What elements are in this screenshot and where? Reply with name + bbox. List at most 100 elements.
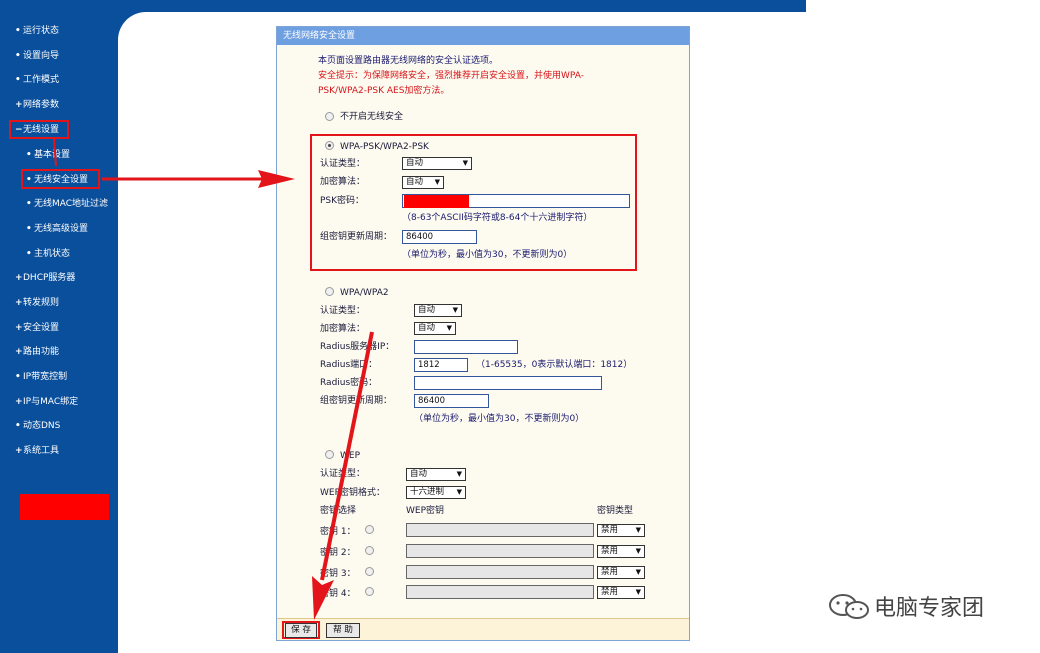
panel-title: 无线网络安全设置 xyxy=(277,27,689,45)
sidebar-item-network[interactable]: +网络参数 xyxy=(15,98,59,112)
radius-ip-input[interactable] xyxy=(414,340,518,354)
radius-port-input[interactable]: 1812 xyxy=(414,358,468,372)
sidebar-item-security[interactable]: +安全设置 xyxy=(15,321,59,335)
arrow-to-wpa-psk xyxy=(102,170,295,188)
radio-wep[interactable] xyxy=(325,450,334,459)
sidebar-corner xyxy=(118,12,148,42)
wep-key-1-label: 密钥 1： xyxy=(320,527,356,537)
chevron-down-icon: ▼ xyxy=(456,470,462,478)
help-button[interactable]: 帮 助 xyxy=(326,623,360,638)
wpa-auth-label: 认证类型： xyxy=(320,306,366,316)
wep-format-select[interactable]: 十六进制 ▼ xyxy=(406,486,466,499)
psk-hint: （8-63个ASCII码字符或8-64个十六进制字符） xyxy=(402,213,593,223)
wep-key-3-type[interactable]: 禁用 ▼ xyxy=(597,566,645,579)
sidebar-item-wireless-advanced[interactable]: • 无线高级设置 xyxy=(26,222,88,236)
sidebar-item-forwarding[interactable]: +转发规则 xyxy=(15,296,59,310)
chevron-down-icon: ▼ xyxy=(462,159,468,167)
chevron-down-icon: ▼ xyxy=(446,324,452,332)
wep-key-4-label: 密钥 4： xyxy=(320,589,356,599)
wep-key-3-input[interactable] xyxy=(406,565,594,579)
chevron-down-icon: ▼ xyxy=(635,588,641,596)
wep-key-3-label: 密钥 3： xyxy=(320,569,356,579)
wpa-enc-label: 加密算法： xyxy=(320,324,366,334)
sidebar-item-label: 安全设置 xyxy=(23,323,60,333)
wep-key-3-radio[interactable] xyxy=(365,567,374,576)
sidebar-item-label: 主机状态 xyxy=(34,249,71,259)
wep-title: WEP xyxy=(340,451,361,461)
sidebar-item-basic[interactable]: • 基本设置 xyxy=(26,148,70,162)
sidebar-item-label: 转发规则 xyxy=(23,298,60,308)
wep-key-2-input[interactable] xyxy=(406,544,594,558)
sidebar-item-label: 运行状态 xyxy=(23,26,60,36)
intro-text: 本页面设置路由器无线网络的安全认证选项。 xyxy=(318,56,499,66)
redacted-block xyxy=(20,494,109,520)
wep-key-4-input[interactable] xyxy=(406,585,594,599)
wep-auth-label: 认证类型： xyxy=(320,469,366,479)
wep-key-1-type[interactable]: 禁用 ▼ xyxy=(597,524,645,537)
warning-line-2: PSK/WPA2-PSK AES加密方法。 xyxy=(318,86,450,96)
sidebar-item-label: 基本设置 xyxy=(34,150,71,160)
sidebar-item-run-status[interactable]: • 运行状态 xyxy=(15,24,59,38)
sidebar-item-work-mode[interactable]: • 工作模式 xyxy=(15,73,59,87)
wep-key-1-input[interactable] xyxy=(406,523,594,537)
no-security-label: 不开启无线安全 xyxy=(340,112,404,122)
wpa-title: WPA/WPA2 xyxy=(340,288,389,298)
wep-col-key: WEP密钥 xyxy=(406,506,445,516)
wpa-enc-select[interactable]: 自动 ▼ xyxy=(414,322,456,335)
wep-key-4-radio[interactable] xyxy=(365,587,374,596)
wep-format-label: WEP密钥格式： xyxy=(320,488,386,498)
save-button[interactable]: 保 存 xyxy=(285,623,317,638)
radius-password-label: Radius密码： xyxy=(320,378,378,388)
warning-line-1: 安全提示：为保障网络安全，强烈推荐开启安全设置，并使用WPA- xyxy=(318,71,584,81)
sidebar-item-host-status[interactable]: • 主机状态 xyxy=(26,247,70,261)
sidebar-item-label: DHCP服务器 xyxy=(23,273,76,283)
sidebar-item-label: 设置向导 xyxy=(23,51,60,61)
sidebar-item-routing[interactable]: +路由功能 xyxy=(15,345,59,359)
sidebar-item-label: 路由功能 xyxy=(23,347,60,357)
wpa-psk-renew-input[interactable]: 86400 xyxy=(402,230,477,244)
chevron-down-icon: ▼ xyxy=(635,547,641,555)
wpa-psk-auth-select[interactable]: 自动 ▼ xyxy=(402,157,472,170)
wpa-psk-title: WPA-PSK/WPA2-PSK xyxy=(340,142,429,152)
chevron-down-icon: ▼ xyxy=(635,568,641,576)
wpa-psk-auth-label: 认证类型： xyxy=(320,159,366,169)
chevron-down-icon: ▼ xyxy=(635,526,641,534)
sidebar-item-system-tools[interactable]: +系统工具 xyxy=(15,444,59,458)
sidebar-item-mac-filter[interactable]: • 无线MAC地址过滤 xyxy=(26,197,108,211)
psk-password-label: PSK密码： xyxy=(320,196,365,206)
wpa-renew-input[interactable]: 86400 xyxy=(414,394,489,408)
sidebar-item-label: 无线MAC地址过滤 xyxy=(34,199,109,209)
radio-wpa-psk[interactable] xyxy=(325,141,334,150)
radius-ip-label: Radius服务器IP： xyxy=(320,342,395,352)
sidebar-item-ip-mac-binding[interactable]: +IP与MAC绑定 xyxy=(15,395,78,409)
wep-key-2-label: 密钥 2： xyxy=(320,548,356,558)
wep-key-4-type[interactable]: 禁用 ▼ xyxy=(597,586,645,599)
radio-wpa[interactable] xyxy=(325,287,334,296)
wep-key-1-radio[interactable] xyxy=(365,525,374,534)
wep-key-2-type[interactable]: 禁用 ▼ xyxy=(597,545,645,558)
wpa-psk-enc-label: 加密算法： xyxy=(320,177,366,187)
chevron-down-icon: ▼ xyxy=(434,178,440,186)
wep-col-key-type: 密钥类型 xyxy=(597,506,634,516)
radius-password-input[interactable] xyxy=(414,376,602,390)
radio-no-security[interactable] xyxy=(325,112,334,121)
highlight-security-menu xyxy=(21,169,100,189)
wpa-auth-select[interactable]: 自动 ▼ xyxy=(414,304,462,317)
wep-col-key-select: 密钥选择 xyxy=(320,506,357,516)
sidebar-item-ddns[interactable]: • 动态DNS xyxy=(15,419,60,433)
radius-port-label: Radius端口： xyxy=(320,360,378,370)
sidebar-item-setup-wizard[interactable]: • 设置向导 xyxy=(15,49,59,63)
sidebar-item-label: 工作模式 xyxy=(23,75,60,85)
top-banner xyxy=(0,0,806,12)
wep-auth-select[interactable]: 自动 ▼ xyxy=(406,468,466,481)
wpa-psk-enc-select[interactable]: 自动 ▼ xyxy=(402,176,444,189)
sidebar-item-dhcp[interactable]: +DHCP服务器 xyxy=(15,271,75,285)
radius-port-hint: （1-65535，0表示默认端口：1812） xyxy=(476,360,633,370)
sidebar-item-bandwidth[interactable]: • IP带宽控制 xyxy=(15,370,67,384)
chevron-down-icon: ▼ xyxy=(452,306,458,314)
sidebar-item-label: 无线高级设置 xyxy=(34,224,89,234)
wpa-renew-label: 组密钥更新周期： xyxy=(320,396,393,406)
wep-key-2-radio[interactable] xyxy=(365,546,374,555)
sidebar-item-label: 网络参数 xyxy=(23,100,60,110)
sidebar-item-label: 动态DNS xyxy=(23,421,61,431)
